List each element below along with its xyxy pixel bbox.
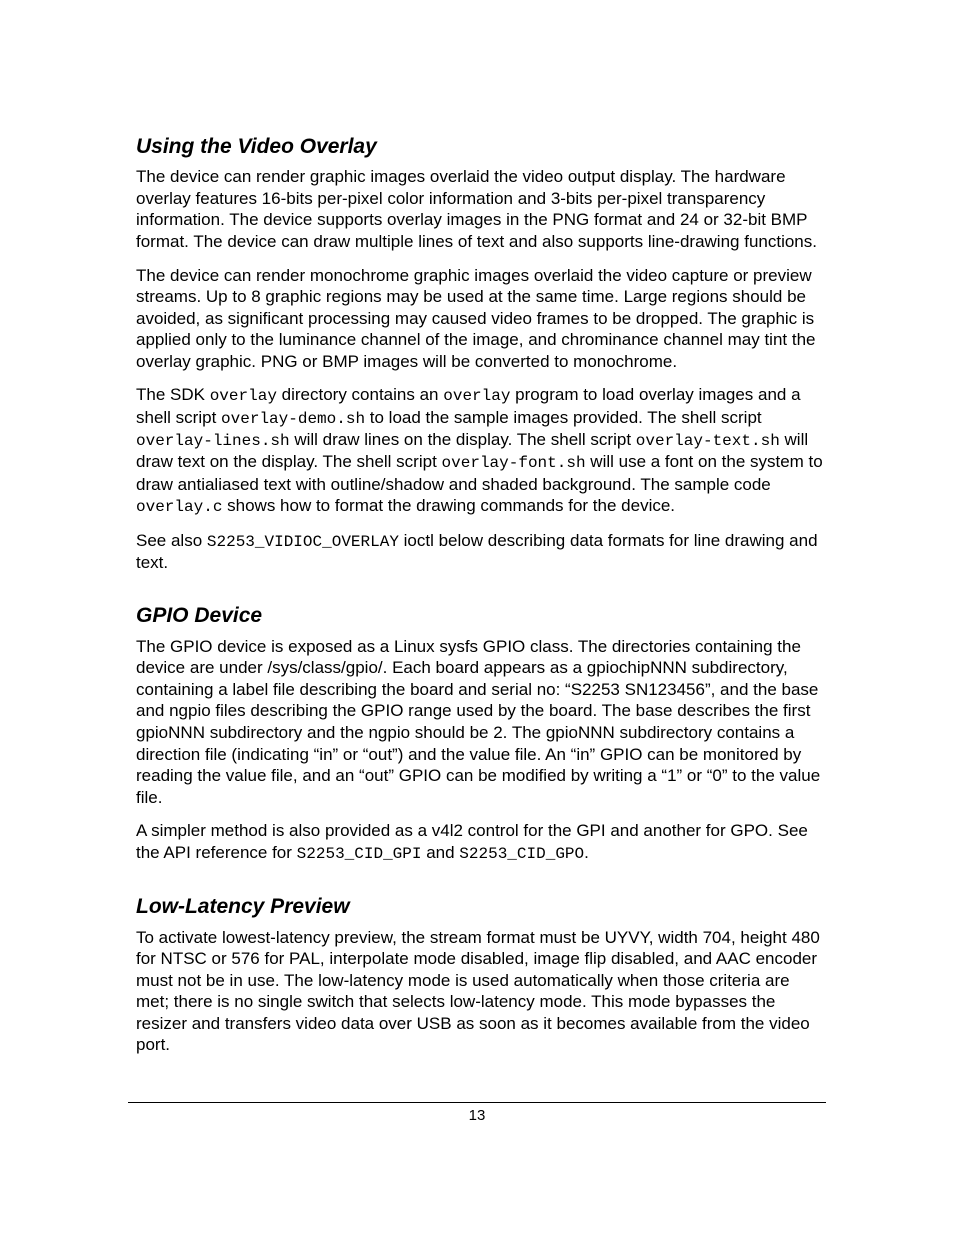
text-run: to load the sample images provided. The … bbox=[365, 408, 762, 427]
text-run: and bbox=[421, 843, 459, 862]
text-run: directory contains an bbox=[277, 385, 443, 404]
paragraph-overlay-4: See also S2253_VIDIOC_OVERLAY ioctl belo… bbox=[136, 530, 826, 574]
heading-gpio-device: GPIO Device bbox=[136, 603, 826, 629]
heading-low-latency-preview: Low-Latency Preview bbox=[136, 894, 826, 920]
text-run: will draw lines on the display. The shel… bbox=[290, 430, 636, 449]
code-overlay-c: overlay.c bbox=[136, 498, 222, 516]
paragraph-lowlat-1: To activate lowest-latency preview, the … bbox=[136, 927, 826, 1056]
text-run: See also bbox=[136, 531, 207, 550]
text-run: The SDK bbox=[136, 385, 210, 404]
code-s2253-vidioc-overlay: S2253_VIDIOC_OVERLAY bbox=[207, 533, 399, 551]
page-number: 13 bbox=[469, 1107, 486, 1124]
paragraph-overlay-1: The device can render graphic images ove… bbox=[136, 166, 826, 252]
code-s2253-cid-gpo: S2253_CID_GPO bbox=[459, 845, 584, 863]
page-footer: 13 bbox=[128, 1102, 826, 1125]
heading-using-video-overlay: Using the Video Overlay bbox=[136, 134, 826, 160]
paragraph-overlay-3: The SDK overlay directory contains an ov… bbox=[136, 384, 826, 517]
text-run: . bbox=[584, 843, 589, 862]
paragraph-overlay-2: The device can render monochrome graphic… bbox=[136, 265, 826, 373]
page-container: Using the Video Overlay The device can r… bbox=[0, 0, 954, 1235]
footer-divider bbox=[128, 1102, 826, 1103]
text-run: shows how to format the drawing commands… bbox=[222, 496, 675, 515]
code-overlay-prog: overlay bbox=[443, 387, 510, 405]
paragraph-gpio-1: The GPIO device is exposed as a Linux sy… bbox=[136, 636, 826, 809]
code-overlay-demo-sh: overlay-demo.sh bbox=[221, 410, 365, 428]
code-overlay-text-sh: overlay-text.sh bbox=[636, 432, 780, 450]
code-overlay-dir: overlay bbox=[210, 387, 277, 405]
code-s2253-cid-gpi: S2253_CID_GPI bbox=[297, 845, 422, 863]
paragraph-gpio-2: A simpler method is also provided as a v… bbox=[136, 820, 826, 864]
code-overlay-lines-sh: overlay-lines.sh bbox=[136, 432, 290, 450]
code-overlay-font-sh: overlay-font.sh bbox=[442, 454, 586, 472]
